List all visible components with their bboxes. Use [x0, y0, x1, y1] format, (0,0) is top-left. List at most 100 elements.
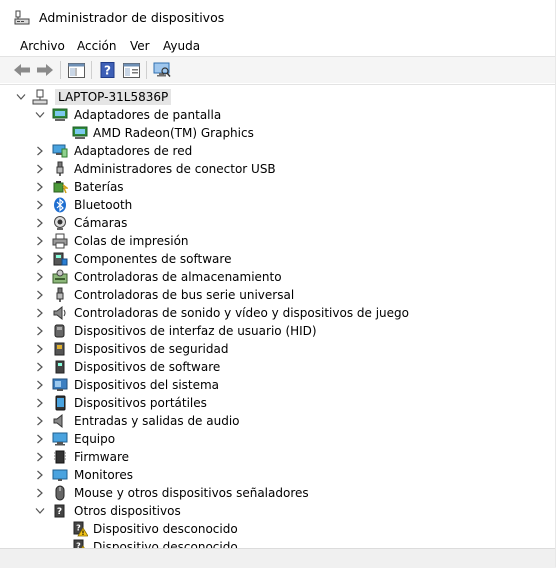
category-software-components[interactable]: Componentes de software: [0, 250, 556, 268]
category-system-devices[interactable]: Dispositivos del sistema: [0, 376, 556, 394]
expand-chevron-icon[interactable]: [34, 415, 46, 427]
expand-chevron-icon[interactable]: [34, 433, 46, 445]
forward-button[interactable]: [35, 60, 55, 80]
category-print-queues[interactable]: Colas de impresión: [0, 232, 556, 250]
category-mouse-pointing[interactable]: Mouse y otros dispositivos señaladores: [0, 484, 556, 502]
category-monitors[interactable]: Monitores: [0, 466, 556, 484]
scan-hardware-button[interactable]: [152, 60, 172, 80]
console-tree-icon: [67, 62, 85, 78]
expand-chevron-icon[interactable]: [34, 289, 46, 301]
expand-chevron-icon[interactable]: [34, 325, 46, 337]
expand-chevron-icon[interactable]: [34, 271, 46, 283]
tree-root[interactable]: LAPTOP-31L5836P: [0, 88, 556, 106]
portable-device-icon: [55, 395, 66, 411]
window-title: Administrador de dispositivos: [39, 10, 225, 25]
expand-chevron-icon[interactable]: [34, 145, 46, 157]
title-bar: Administrador de dispositivos: [0, 0, 556, 36]
category-label: Entradas y salidas de audio: [74, 414, 240, 428]
category-storage-controllers[interactable]: Controladoras de almacenamiento: [0, 268, 556, 286]
menu-ayuda[interactable]: Ayuda: [163, 38, 200, 54]
expand-chevron-icon[interactable]: [34, 181, 46, 193]
software-component-icon: [53, 252, 68, 266]
expand-chevron-icon[interactable]: [34, 451, 46, 463]
device-unknown-2[interactable]: ? Dispositivo desconocido: [0, 538, 556, 548]
category-label: Adaptadores de red: [74, 144, 193, 158]
category-usb-controllers[interactable]: Controladoras de bus serie universal: [0, 286, 556, 304]
device-label: Dispositivo desconocido: [93, 540, 238, 548]
back-button[interactable]: [12, 60, 32, 80]
forward-arrow-icon: [37, 64, 53, 76]
category-batteries[interactable]: Baterías: [0, 178, 556, 196]
back-arrow-icon: [14, 64, 30, 76]
usb-connector-icon: [56, 161, 64, 176]
category-bluetooth[interactable]: Bluetooth: [0, 196, 556, 214]
expand-chevron-icon[interactable]: [34, 379, 46, 391]
console-tree-button[interactable]: [66, 60, 86, 80]
expand-chevron-icon[interactable]: [34, 397, 46, 409]
category-label: Monitores: [74, 468, 133, 482]
category-software-devices[interactable]: Dispositivos de software: [0, 358, 556, 376]
category-hid[interactable]: Dispositivos de interfaz de usuario (HID…: [0, 322, 556, 340]
firmware-icon: [54, 450, 66, 464]
expand-chevron-icon[interactable]: [34, 253, 46, 265]
category-firmware[interactable]: Firmware: [0, 448, 556, 466]
properties-button[interactable]: [121, 60, 141, 80]
software-device-icon: [55, 360, 65, 374]
battery-icon: [53, 181, 68, 194]
bluetooth-icon: [54, 197, 66, 213]
category-label: Otros dispositivos: [74, 504, 181, 518]
toolbar-separator-line: [0, 84, 556, 85]
collapse-chevron-icon[interactable]: [15, 91, 27, 103]
category-label: Controladoras de bus serie universal: [74, 288, 295, 302]
category-other-devices[interactable]: ? Otros dispositivos: [0, 502, 556, 520]
category-display-adapters[interactable]: Adaptadores de pantalla: [0, 106, 556, 124]
computer-network-icon: [32, 89, 48, 105]
device-amd-radeon-graphics[interactable]: AMD Radeon(TM) Graphics: [0, 124, 556, 142]
audio-io-icon: [53, 413, 63, 429]
help-button[interactable]: ?: [98, 60, 118, 80]
expand-chevron-icon[interactable]: [34, 217, 46, 229]
category-computer[interactable]: Equipo: [0, 430, 556, 448]
category-cameras[interactable]: Cámaras: [0, 214, 556, 232]
device-unknown-1[interactable]: ? Dispositivo desconocido: [0, 520, 556, 538]
expand-chevron-icon[interactable]: [34, 199, 46, 211]
category-label: Cámaras: [74, 216, 128, 230]
menu-accion[interactable]: Acción: [77, 38, 116, 54]
device-manager-icon: [14, 10, 30, 25]
expand-chevron-icon[interactable]: [34, 307, 46, 319]
scan-hardware-icon: [153, 62, 171, 77]
expand-chevron-icon[interactable]: [34, 487, 46, 499]
toolbar-separator: [91, 61, 92, 79]
menu-bar: Archivo Acción Ver Ayuda: [0, 36, 556, 56]
category-portable-devices[interactable]: Dispositivos portátiles: [0, 394, 556, 412]
svg-text:?: ?: [57, 507, 62, 517]
category-label: Bluetooth: [74, 198, 133, 212]
menu-archivo[interactable]: Archivo: [20, 38, 65, 54]
expand-chevron-icon[interactable]: [34, 343, 46, 355]
category-network-adapters[interactable]: Adaptadores de red: [0, 142, 556, 160]
unknown-device-warning-icon: ?: [73, 521, 88, 537]
category-label: Firmware: [74, 450, 129, 464]
category-security-devices[interactable]: Dispositivos de seguridad: [0, 340, 556, 358]
category-audio-io[interactable]: Entradas y salidas de audio: [0, 412, 556, 430]
collapse-chevron-icon[interactable]: [34, 505, 46, 517]
menu-ver[interactable]: Ver: [130, 38, 150, 54]
category-label: Dispositivos de seguridad: [74, 342, 229, 356]
speaker-icon: [53, 305, 66, 321]
expand-chevron-icon[interactable]: [34, 469, 46, 481]
category-label: Adaptadores de pantalla: [74, 108, 222, 122]
hid-icon: [54, 324, 65, 338]
expand-chevron-icon[interactable]: [34, 163, 46, 175]
storage-controller-icon: [52, 269, 68, 284]
expand-chevron-icon[interactable]: [34, 361, 46, 373]
system-device-icon: [52, 378, 68, 391]
mouse-icon: [55, 485, 65, 501]
expand-chevron-icon[interactable]: [34, 235, 46, 247]
category-label: Administradores de conector USB: [74, 162, 276, 176]
collapse-chevron-icon[interactable]: [34, 109, 46, 121]
category-usb-connector-managers[interactable]: Administradores de conector USB: [0, 160, 556, 178]
category-label: Colas de impresión: [74, 234, 189, 248]
category-label: Dispositivos portátiles: [74, 396, 207, 410]
category-label: Controladoras de almacenamiento: [74, 270, 282, 284]
category-sound-video-game[interactable]: Controladoras de sonido y vídeo y dispos…: [0, 304, 556, 322]
